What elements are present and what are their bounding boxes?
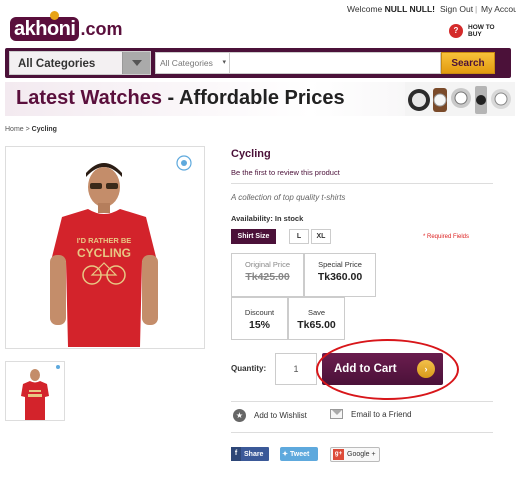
banner-title-part2: Affordable Prices (179, 87, 345, 109)
product-description: A collection of top quality t-shirts (231, 193, 346, 202)
welcome-message: Welcome NULL NULL! (347, 4, 435, 14)
thumbnail-photo (6, 362, 64, 420)
facebook-share-button[interactable]: f Share (231, 447, 269, 461)
special-price-box: Special Price Tk360.00 (304, 253, 376, 297)
all-categories-dropdown[interactable]: All Categories (9, 51, 151, 75)
banner-title: Latest Watches - Affordable Prices (16, 87, 345, 110)
product-photo: I'D RATHER BE CYCLING (6, 147, 204, 348)
star-icon: ★ (233, 409, 246, 422)
facebook-share-label: Share (244, 450, 264, 458)
shirt-print-line2: CYCLING (77, 246, 131, 260)
email-friend-link[interactable]: Email to a Friend (330, 409, 411, 419)
all-categories-label: All Categories (18, 58, 96, 70)
search-category-select[interactable]: All Categories ▾ (155, 52, 230, 74)
save-box: Save Tk65.00 (288, 297, 345, 340)
twitter-bird-icon: ✦ (282, 451, 288, 458)
availability-label: Availability: (231, 214, 273, 223)
twitter-tweet-button[interactable]: ✦ Tweet (280, 447, 318, 461)
promo-banner[interactable]: Latest Watches - Affordable Prices (5, 82, 515, 116)
original-price-box: Original Price Tk425.00 (231, 253, 304, 297)
how-to-buy-line2: BUY (468, 31, 482, 38)
caret-down-icon: ▾ (222, 59, 226, 66)
divider-3 (231, 432, 493, 433)
envelope-icon (330, 409, 343, 419)
logo-word: akhoni (10, 17, 80, 41)
breadcrumb-home[interactable]: Home (5, 126, 24, 133)
search-button[interactable]: Search (441, 52, 495, 74)
google-plus-label: Google + (347, 451, 376, 458)
my-account-link[interactable]: My Account (481, 4, 516, 14)
divider (231, 183, 493, 184)
product-main-image[interactable]: I'D RATHER BE CYCLING (5, 146, 205, 349)
shirt-print-line1: I'D RATHER BE (77, 236, 132, 245)
shirt-size-label: Shirt Size (231, 229, 276, 244)
required-fields-note: * Required Fields (423, 234, 470, 240)
sign-out-link[interactable]: Sign Out (440, 4, 473, 14)
breadcrumb-separator: > (23, 126, 32, 133)
banner-title-part1: Latest Watches (16, 87, 162, 109)
special-price-value: Tk360.00 (317, 271, 363, 283)
google-plus-button[interactable]: g+ Google + (330, 447, 380, 462)
highlight-circle (316, 339, 459, 400)
size-option-l[interactable]: L (289, 229, 309, 244)
discount-box: Discount 15% (231, 297, 288, 340)
category-search-bar: All Categories All Categories ▾ Search (5, 48, 511, 78)
product-thumbnail[interactable] (5, 361, 65, 421)
chevron-down-icon[interactable] (122, 52, 150, 74)
facebook-icon: f (231, 447, 241, 461)
logo-suffix: .com (80, 18, 123, 39)
how-to-buy-label: HOW TO BUY (468, 24, 495, 38)
discount-value: 15% (248, 319, 270, 331)
original-price-label: Original Price (244, 260, 290, 269)
availability-value: In stock (274, 214, 304, 223)
discount-label: Discount (244, 308, 275, 317)
tweet-label: Tweet (290, 450, 310, 458)
save-value: Tk65.00 (297, 319, 336, 331)
wishlist-label: Add to Wishlist (254, 411, 307, 420)
welcome-user: NULL NULL! (384, 4, 436, 14)
welcome-prefix: Welcome (347, 4, 383, 14)
banner-dash: - (161, 87, 179, 109)
quantity-label: Quantity: (231, 364, 267, 373)
save-label: Save (307, 308, 326, 317)
search-input[interactable] (230, 52, 441, 74)
breadcrumb-current: Cycling (31, 126, 57, 133)
how-to-buy-link[interactable]: ? HOW TO BUY (449, 24, 495, 38)
availability: Availability: In stock (231, 214, 303, 223)
quantity-input[interactable] (275, 353, 317, 385)
first-review-link[interactable]: Be the first to review this product (231, 168, 340, 177)
original-price-value: Tk425.00 (245, 271, 290, 283)
size-option-xl[interactable]: XL (311, 229, 331, 244)
special-price-label: Special Price (318, 260, 362, 269)
google-plus-icon: g+ (333, 449, 344, 460)
add-to-wishlist-link[interactable]: ★ Add to Wishlist (233, 409, 307, 422)
divider-2 (231, 401, 493, 402)
top-separator: | (475, 4, 478, 14)
email-label: Email to a Friend (351, 409, 412, 419)
search-category-label: All Categories (160, 58, 213, 68)
how-to-buy-icon: ? (449, 24, 463, 38)
site-logo[interactable]: akhoni .com (10, 11, 123, 42)
watches-image (405, 82, 515, 116)
how-to-buy-line1: HOW TO (468, 24, 495, 31)
product-title: Cycling (231, 148, 271, 160)
breadcrumb: Home > Cycling (5, 126, 57, 133)
logo-dot-icon (50, 11, 59, 20)
